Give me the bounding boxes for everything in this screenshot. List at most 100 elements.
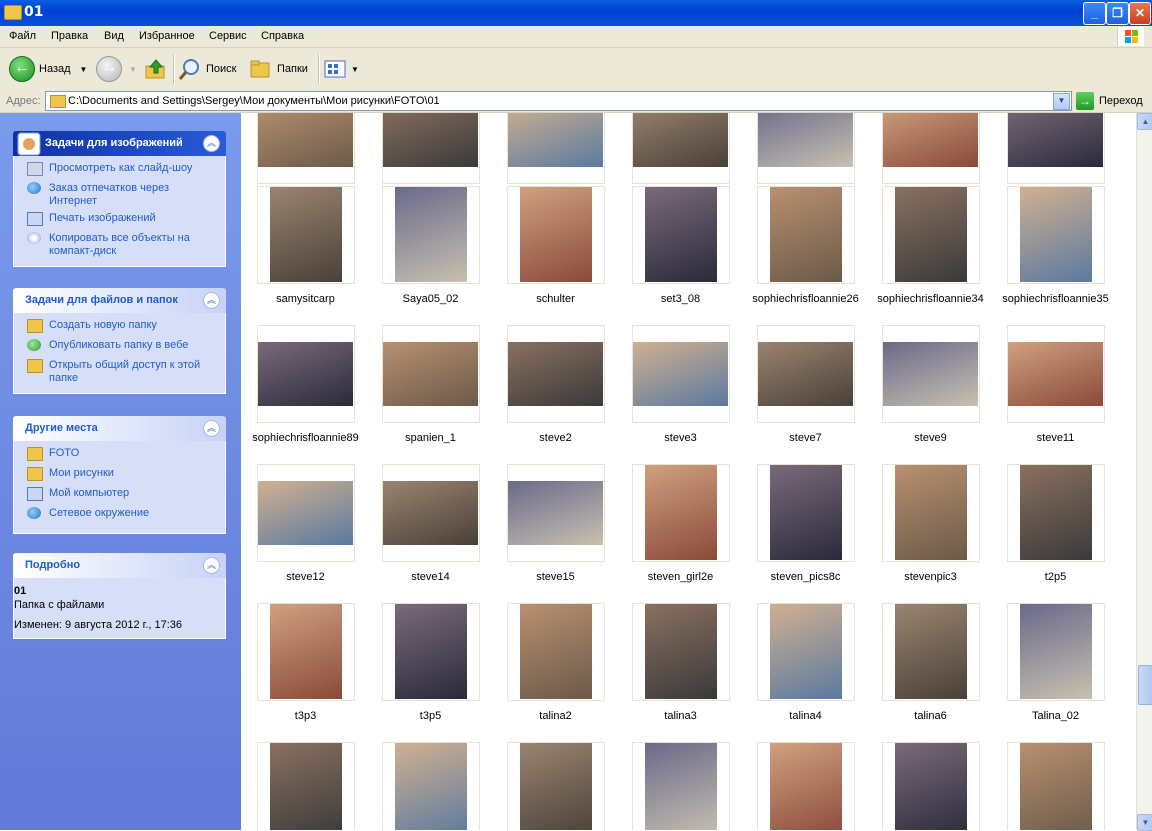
collapse-chevron-icon[interactable]: ︽	[203, 557, 220, 574]
thumbnail-frame[interactable]	[507, 464, 605, 562]
thumbnail-frame[interactable]	[632, 113, 730, 184]
thumbnail-frame[interactable]	[632, 603, 730, 701]
back-button[interactable]: ← Назад ▼	[9, 48, 87, 90]
thumbnail-frame[interactable]	[1007, 464, 1105, 562]
search-button[interactable]: Поиск	[178, 48, 236, 90]
collapse-chevron-icon[interactable]: ︽	[203, 292, 220, 309]
thumbnail-caption[interactable]: steve7	[743, 432, 868, 444]
thumbnail-caption[interactable]: t2p5	[993, 571, 1118, 583]
scroll-up-icon[interactable]: ▲	[1137, 113, 1152, 130]
back-dropdown-icon[interactable]: ▼	[80, 65, 88, 74]
thumbnail-caption[interactable]: spanien_1	[368, 432, 493, 444]
address-input[interactable]: C:\Documents and Settings\Sergey\Мои док…	[45, 91, 1072, 111]
thumbnail-caption[interactable]: sophiechrisfloannie34	[868, 293, 993, 305]
thumbnail-frame[interactable]	[382, 186, 480, 284]
forward-button[interactable]: → ▼	[96, 48, 137, 90]
thumbnail-caption[interactable]: steven_pics8c	[743, 571, 868, 583]
thumbnail-caption[interactable]: t3p3	[243, 710, 368, 722]
thumbnail-frame[interactable]	[507, 186, 605, 284]
thumbnail-frame[interactable]	[507, 742, 605, 830]
menu-file[interactable]: Файл	[9, 30, 36, 42]
place-my-computer[interactable]: Мой компьютер	[14, 487, 225, 507]
thumbnail-frame[interactable]	[1007, 325, 1105, 423]
up-folder-button[interactable]	[145, 48, 167, 90]
thumbnail-frame[interactable]	[757, 113, 855, 184]
thumbnail-frame[interactable]	[257, 464, 355, 562]
scroll-down-icon[interactable]: ▼	[1137, 814, 1152, 831]
place-network[interactable]: Сетевое окружение	[14, 507, 225, 527]
thumbnail-frame[interactable]	[882, 186, 980, 284]
thumbnail-frame[interactable]	[1007, 603, 1105, 701]
thumbnail-caption[interactable]: talina4	[743, 710, 868, 722]
image-tasks-header[interactable]: Задачи для изображений ︽	[13, 131, 226, 156]
thumbnail-caption[interactable]: samysitcarp	[243, 293, 368, 305]
thumbnail-caption[interactable]: sophiechrisfloannie35	[993, 293, 1118, 305]
minimize-button[interactable]: _	[1083, 2, 1106, 25]
thumbnail-frame[interactable]	[757, 186, 855, 284]
thumbnail-frame[interactable]	[257, 325, 355, 423]
place-foto[interactable]: FOTO	[14, 447, 225, 467]
thumbnail-frame[interactable]	[882, 325, 980, 423]
file-tasks-header[interactable]: Задачи для файлов и папок ︽	[13, 288, 226, 313]
forward-dropdown-icon[interactable]: ▼	[129, 65, 137, 74]
go-button[interactable]: → Переход	[1076, 91, 1143, 111]
thumbnail-frame[interactable]	[757, 464, 855, 562]
thumbnail-caption[interactable]: sophiechrisfloannie89	[243, 432, 368, 444]
thumbnail-caption[interactable]: talina6	[868, 710, 993, 722]
task-copy-to-cd[interactable]: Копировать все объекты на компакт-диск	[14, 232, 225, 260]
task-print-images[interactable]: Печать изображений	[14, 212, 225, 232]
thumbnail-caption[interactable]: steve12	[243, 571, 368, 583]
task-publish-web[interactable]: Опубликовать папку в вебе	[14, 339, 225, 359]
thumbnail-caption[interactable]: stevenpic3	[868, 571, 993, 583]
thumbnail-caption[interactable]: t3p5	[368, 710, 493, 722]
thumbnail-frame[interactable]	[632, 186, 730, 284]
thumbnail-frame[interactable]	[632, 742, 730, 830]
thumbnail-caption[interactable]: steve11	[993, 432, 1118, 444]
thumbnail-frame[interactable]	[382, 325, 480, 423]
thumbnail-frame[interactable]	[1007, 113, 1105, 184]
thumbnail-frame[interactable]	[382, 113, 480, 184]
thumbnail-caption[interactable]: steve9	[868, 432, 993, 444]
thumbnail-frame[interactable]	[882, 464, 980, 562]
views-button[interactable]: ▼	[324, 48, 359, 90]
place-my-pictures[interactable]: Мои рисунки	[14, 467, 225, 487]
thumbnail-frame[interactable]	[632, 325, 730, 423]
menu-tools[interactable]: Сервис	[209, 30, 247, 42]
thumbnail-frame[interactable]	[257, 186, 355, 284]
thumbnail-frame[interactable]	[1007, 742, 1105, 830]
thumbnail-frame[interactable]	[382, 603, 480, 701]
collapse-chevron-icon[interactable]: ︽	[203, 135, 220, 152]
thumbnail-frame[interactable]	[882, 742, 980, 830]
thumbnail-frame[interactable]	[507, 325, 605, 423]
thumbnail-frame[interactable]	[882, 113, 980, 184]
thumbnail-frame[interactable]	[882, 603, 980, 701]
task-new-folder[interactable]: Создать новую папку	[14, 319, 225, 339]
details-header[interactable]: Подробно ︽	[13, 553, 226, 578]
thumbnail-frame[interactable]	[257, 113, 355, 184]
vertical-scrollbar[interactable]: ▲ ▼	[1136, 113, 1152, 831]
other-places-header[interactable]: Другие места ︽	[13, 416, 226, 441]
thumbnail-frame[interactable]	[507, 603, 605, 701]
thumbnail-caption[interactable]: steve2	[493, 432, 618, 444]
thumbnail-caption[interactable]: Talina_02	[993, 710, 1118, 722]
close-button[interactable]: ✕	[1129, 2, 1151, 25]
thumbnail-caption[interactable]: sophiechrisfloannie26	[743, 293, 868, 305]
thumbnail-frame[interactable]	[1007, 186, 1105, 284]
thumbnail-frame[interactable]	[257, 742, 355, 830]
thumbnail-caption[interactable]: schulter	[493, 293, 618, 305]
thumbnail-frame[interactable]	[632, 464, 730, 562]
menu-favorites[interactable]: Избранное	[139, 30, 195, 42]
thumbnail-frame[interactable]	[757, 325, 855, 423]
thumbnail-frame[interactable]	[757, 603, 855, 701]
menu-view[interactable]: Вид	[104, 30, 124, 42]
thumbnail-caption[interactable]: set3_08	[618, 293, 743, 305]
thumbnail-frame[interactable]	[257, 603, 355, 701]
collapse-chevron-icon[interactable]: ︽	[203, 420, 220, 437]
address-dropdown-icon[interactable]: ▼	[1053, 93, 1070, 110]
thumbnail-caption[interactable]: steve3	[618, 432, 743, 444]
thumbnail-caption[interactable]: steve15	[493, 571, 618, 583]
task-share-folder[interactable]: Открыть общий доступ к этой папке	[14, 359, 225, 387]
thumbnail-frame[interactable]	[382, 464, 480, 562]
menu-help[interactable]: Справка	[261, 30, 304, 42]
thumbnail-caption[interactable]: talina3	[618, 710, 743, 722]
